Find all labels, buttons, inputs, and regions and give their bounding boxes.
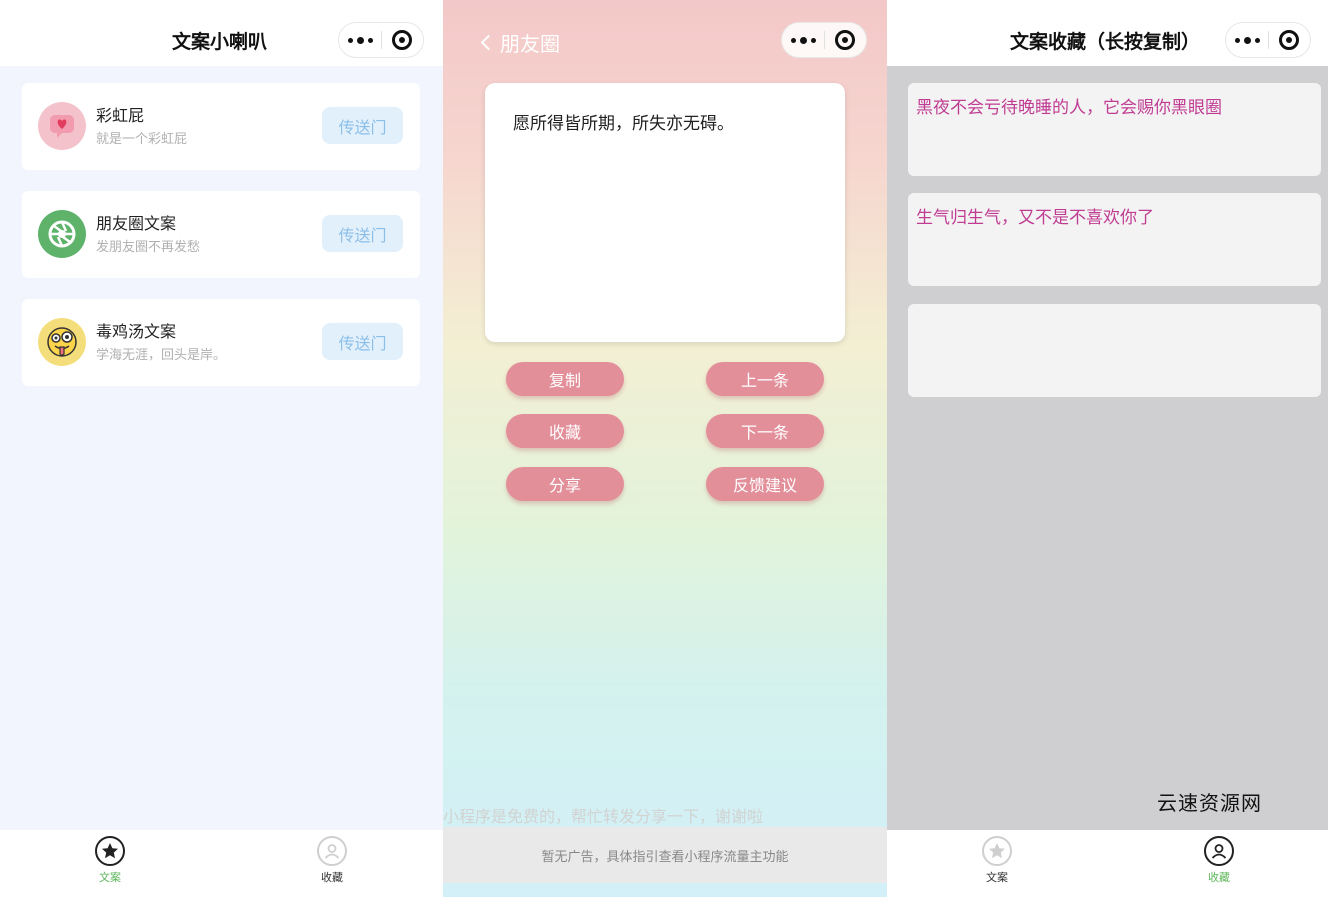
card-title: 毒鸡汤文案 [96, 322, 177, 341]
card-description: 发朋友圈不再发愁 [96, 240, 201, 255]
favorite-item[interactable]: 生气归生气，又不是不喜欢你了 [908, 193, 1321, 286]
next-button[interactable]: 下一条 [706, 414, 824, 448]
mini-program-capsule [1225, 22, 1311, 58]
favorite-text: 生气归生气，又不是不喜欢你了 [916, 208, 1154, 228]
previous-button[interactable]: 上一条 [706, 362, 824, 396]
tab-bar: 文案 收藏 [887, 830, 1328, 897]
quote-text: 愿所得皆所期，所失亦无碍。 [513, 114, 734, 134]
portal-button[interactable]: 传送门 [322, 323, 403, 360]
tab-favorites[interactable]: 收藏 [1179, 836, 1259, 885]
watermark-text: 云速资源网 [1157, 791, 1262, 815]
user-circle-icon [1204, 836, 1234, 866]
nav-bar: 文案收藏（长按复制） [887, 0, 1328, 66]
close-target-icon[interactable] [1269, 30, 1310, 50]
favorite-item[interactable]: 黑夜不会亏待晚睡的人，它会赐你黑眼圈 [908, 83, 1321, 176]
quote-card: 愿所得皆所期，所失亦无碍。 [485, 83, 845, 342]
nav-bar: 文案小喇叭 [0, 0, 443, 66]
feedback-button[interactable]: 反馈建议 [706, 467, 824, 501]
crazy-face-icon [38, 318, 86, 366]
list-item-moments[interactable]: 朋友圈文案 发朋友圈不再发愁 传送门 [22, 191, 420, 278]
favorite-button[interactable]: 收藏 [506, 414, 624, 448]
portal-button[interactable]: 传送门 [322, 215, 403, 252]
copy-button[interactable]: 复制 [506, 362, 624, 396]
list-item-poison-soup[interactable]: 毒鸡汤文案 学海无涯，回头是岸。 传送门 [22, 299, 420, 386]
page-title: 文案小喇叭 [172, 31, 268, 53]
favorite-item[interactable] [908, 304, 1321, 397]
more-icon[interactable] [782, 36, 824, 44]
card-title: 朋友圈文案 [96, 214, 177, 233]
tab-label: 文案 [99, 871, 121, 884]
star-circle-icon [982, 836, 1012, 866]
back-label: 朋友圈 [500, 32, 560, 56]
panel-home: 文案小喇叭 彩虹屁 就是一个彩虹屁 传送门 朋友圈文案 发朋友圈不再发愁 传送门… [0, 0, 443, 897]
close-target-icon[interactable] [382, 30, 423, 50]
chevron-left-icon [480, 34, 497, 51]
mini-program-capsule [338, 22, 424, 58]
back-button[interactable]: 朋友圈 [480, 28, 560, 57]
tab-copywriting[interactable]: 文案 [957, 836, 1037, 885]
star-circle-icon [95, 836, 125, 866]
more-icon[interactable] [1226, 36, 1268, 44]
card-description: 就是一个彩虹屁 [96, 132, 188, 147]
tab-copywriting[interactable]: 文案 [70, 836, 150, 885]
page-title: 文案收藏（长按复制） [1010, 31, 1201, 53]
mini-program-capsule [781, 22, 867, 58]
ad-text: 暂无广告，具体指引查看小程序流量主功能 [541, 849, 789, 865]
user-circle-icon [317, 836, 347, 866]
list-item-rainbow[interactable]: 彩虹屁 就是一个彩虹屁 传送门 [22, 83, 420, 170]
aperture-icon [38, 210, 86, 258]
nav-bar: 朋友圈 [443, 0, 887, 66]
tab-bar: 文案 收藏 [0, 830, 443, 897]
portal-button[interactable]: 传送门 [322, 107, 403, 144]
panel-favorites: 文案收藏（长按复制） 黑夜不会亏待晚睡的人，它会赐你黑眼圈 生气归生气，又不是不… [887, 0, 1328, 897]
tab-label: 收藏 [321, 871, 343, 884]
tab-label: 文案 [986, 871, 1008, 884]
close-target-icon[interactable] [825, 30, 866, 50]
more-icon[interactable] [339, 36, 381, 44]
share-hint-text: 小程序是免费的，帮忙转发分享一下，谢谢啦 [443, 807, 764, 826]
ad-banner: 暂无广告，具体指引查看小程序流量主功能 [443, 827, 887, 883]
panel-moments: 朋友圈 愿所得皆所期，所失亦无碍。 复制 上一条 收藏 下一条 分享 反馈建议 … [443, 0, 887, 897]
tab-label: 收藏 [1208, 871, 1230, 884]
favorite-text: 黑夜不会亏待晚睡的人，它会赐你黑眼圈 [916, 98, 1222, 118]
card-title: 彩虹屁 [96, 106, 145, 125]
card-description: 学海无涯，回头是岸。 [96, 348, 227, 363]
heart-chat-icon [38, 102, 86, 150]
tab-favorites[interactable]: 收藏 [292, 836, 372, 885]
share-button[interactable]: 分享 [506, 467, 624, 501]
